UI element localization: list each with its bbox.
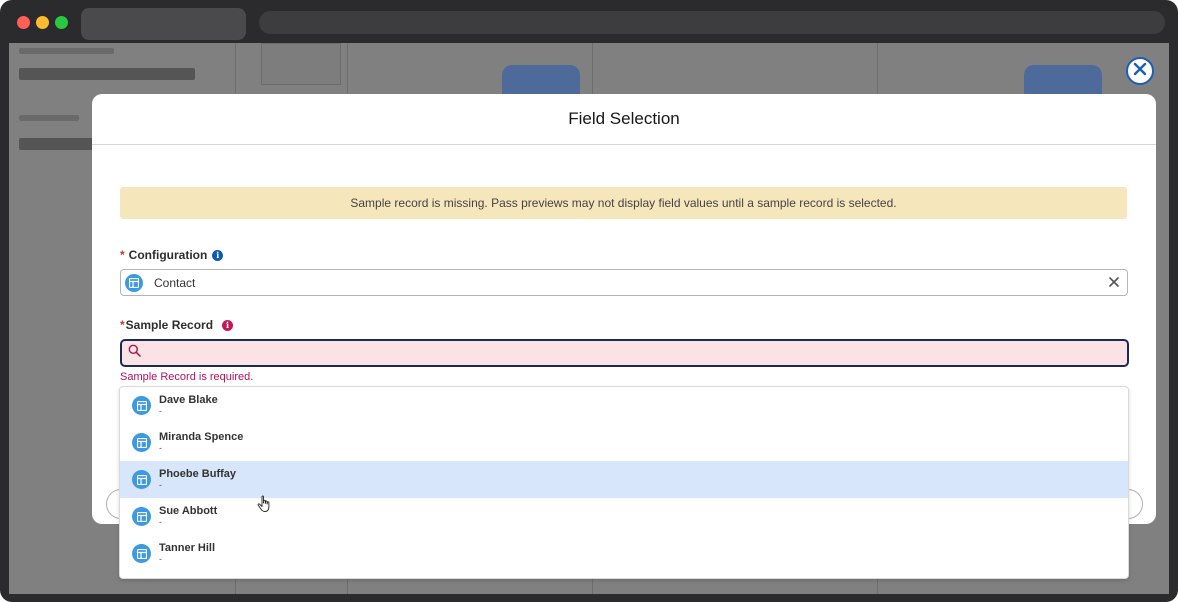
configuration-label-text: Configuration bbox=[128, 248, 208, 262]
list-item-subtitle: - bbox=[159, 480, 162, 490]
close-window-button[interactable] bbox=[17, 16, 30, 29]
address-bar[interactable] bbox=[259, 11, 1165, 34]
list-item-subtitle: - bbox=[159, 554, 162, 564]
close-icon bbox=[1133, 62, 1147, 81]
record-icon bbox=[132, 470, 151, 489]
list-item-name: Dave Blake bbox=[159, 394, 218, 406]
browser-window: Field Selection Sample record is missing… bbox=[0, 0, 1178, 602]
info-icon[interactable]: i bbox=[222, 319, 234, 331]
minimize-window-button[interactable] bbox=[36, 16, 49, 29]
list-item-name: Sue Abbott bbox=[159, 505, 218, 517]
list-item[interactable]: Dave Blake - bbox=[120, 387, 1128, 424]
configuration-label: * Configuration i bbox=[120, 248, 224, 262]
background-box bbox=[261, 43, 341, 85]
sample-record-label: * Sample Record i bbox=[120, 318, 234, 332]
record-icon bbox=[125, 273, 143, 292]
list-item[interactable]: Miranda Spence - bbox=[120, 424, 1128, 461]
page-viewport: Field Selection Sample record is missing… bbox=[9, 43, 1169, 594]
warning-banner: Sample record is missing. Pass previews … bbox=[120, 187, 1127, 219]
background-text bbox=[19, 68, 195, 80]
list-item[interactable]: Tanner Hill - bbox=[120, 535, 1128, 572]
list-item-name: Phoebe Buffay bbox=[159, 468, 237, 480]
list-item-name: Tanner Hill bbox=[159, 542, 216, 554]
list-item-name: Miranda Spence bbox=[159, 431, 244, 443]
sample-record-search-input[interactable] bbox=[120, 339, 1129, 367]
sample-record-error: Sample Record is required. bbox=[120, 371, 254, 383]
record-icon bbox=[132, 396, 151, 415]
record-icon bbox=[132, 433, 151, 452]
configuration-value: Contact bbox=[154, 275, 196, 290]
record-icon bbox=[132, 544, 151, 563]
hand-cursor-icon bbox=[257, 495, 273, 513]
required-marker: * bbox=[120, 318, 125, 332]
list-item-subtitle: - bbox=[159, 443, 162, 453]
configuration-lookup-field[interactable]: Contact bbox=[120, 269, 1128, 296]
close-modal-button[interactable] bbox=[1126, 57, 1154, 85]
maximize-window-button[interactable] bbox=[55, 16, 68, 29]
list-item-subtitle: - bbox=[159, 517, 162, 527]
required-marker: * bbox=[120, 248, 125, 262]
modal-header: Field Selection bbox=[92, 94, 1156, 145]
search-icon bbox=[128, 344, 141, 362]
info-icon[interactable]: i bbox=[212, 249, 224, 261]
list-item-subtitle: - bbox=[159, 406, 162, 416]
sample-record-dropdown: Dave Blake - Miranda Spence - Phoebe Buffa… bbox=[119, 386, 1129, 579]
close-icon[interactable] bbox=[1107, 275, 1121, 289]
background-text bbox=[19, 115, 79, 121]
record-icon bbox=[132, 507, 151, 526]
background-text bbox=[19, 48, 114, 54]
modal-title: Field Selection bbox=[568, 109, 680, 128]
sample-record-label-text: Sample Record bbox=[125, 318, 214, 332]
list-item[interactable]: Phoebe Buffay - bbox=[120, 461, 1128, 498]
browser-tab[interactable] bbox=[81, 8, 246, 40]
